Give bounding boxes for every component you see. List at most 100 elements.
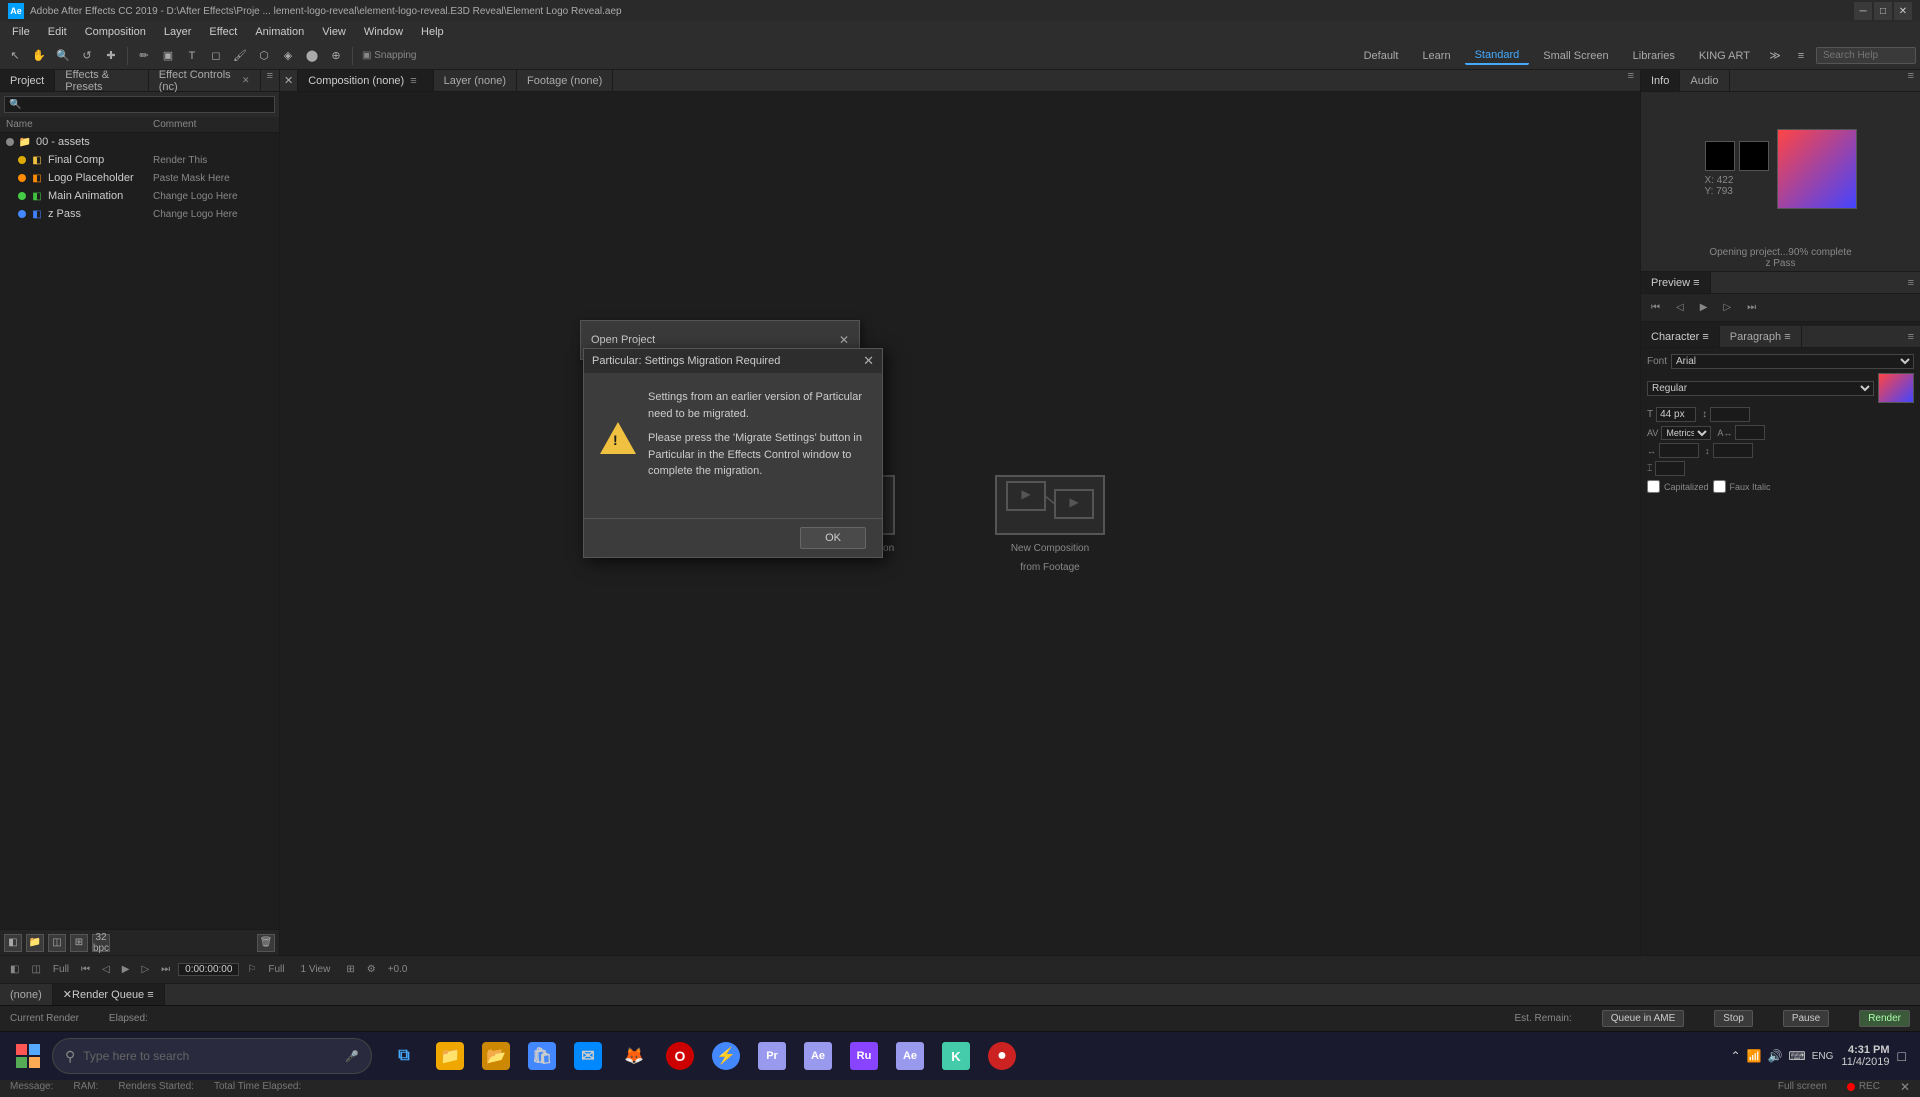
chevron-up-icon[interactable]: ⌃: [1730, 1049, 1740, 1063]
vert-scale-input[interactable]: 100 %: [1713, 443, 1753, 458]
kerning-select[interactable]: Metrics ▼: [1661, 426, 1711, 440]
tl-deselect-all[interactable]: ◫: [27, 962, 44, 977]
menu-edit[interactable]: Edit: [40, 24, 75, 40]
taskbar-app-file-explorer[interactable]: 📁: [428, 1034, 472, 1078]
font-size-input[interactable]: [1656, 407, 1696, 422]
minimize-button[interactable]: ─: [1854, 2, 1872, 20]
render-button[interactable]: Render: [1859, 1010, 1910, 1027]
project-item-logo-placeholder[interactable]: ◧ Logo Placeholder Paste Mask Here: [0, 169, 279, 187]
workspace-libraries[interactable]: Libraries: [1623, 48, 1685, 64]
resolution-display[interactable]: Full: [264, 964, 288, 975]
view-count-display[interactable]: 1 View: [293, 964, 339, 975]
tool-select[interactable]: ↖: [4, 45, 26, 67]
start-button[interactable]: [6, 1034, 50, 1078]
tool-hand[interactable]: ✋: [28, 45, 50, 67]
preview-panel-options[interactable]: ≡: [1902, 277, 1920, 289]
menu-effect[interactable]: Effect: [201, 24, 245, 40]
new-composition-from-footage-card[interactable]: ▶ ▶ New Composition from Footage: [995, 475, 1105, 573]
font-family-select[interactable]: Arial: [1671, 354, 1914, 369]
taskbar-app-ae-2[interactable]: Ae: [888, 1034, 932, 1078]
workspace-learn[interactable]: Learn: [1412, 48, 1460, 64]
maximize-button[interactable]: □: [1874, 2, 1892, 20]
taskbar-app-firefox[interactable]: 🦊: [612, 1034, 656, 1078]
horiz-scale-input[interactable]: 100 %: [1659, 443, 1699, 458]
workspace-king-art[interactable]: KING ART: [1689, 48, 1760, 64]
taskbar-app-custom-1[interactable]: K: [934, 1034, 978, 1078]
snapping-toggle[interactable]: ▣ Snapping: [358, 50, 421, 61]
tl-next-frame[interactable]: ▷: [137, 962, 153, 977]
preview-first-frame[interactable]: ⏮: [1647, 300, 1664, 315]
taskbar-app-store[interactable]: 🛍: [520, 1034, 564, 1078]
open-project-close-button[interactable]: ✕: [839, 333, 849, 347]
background-color-swatch[interactable]: [1739, 141, 1769, 171]
stop-button[interactable]: Stop: [1714, 1010, 1753, 1027]
tab-timeline-none[interactable]: (none): [0, 984, 53, 1005]
tab-render-queue[interactable]: ✕ Render Queue ≡: [53, 984, 165, 1005]
tl-first-frame[interactable]: ⏮: [77, 962, 94, 977]
project-delete[interactable]: 🗑: [257, 934, 275, 952]
tool-roto[interactable]: ⬤: [301, 45, 323, 67]
tool-zoom[interactable]: 🔍: [52, 45, 74, 67]
preview-last-frame[interactable]: ⏭: [1743, 300, 1760, 315]
tab-character[interactable]: Character ≡: [1641, 326, 1720, 347]
tab-info[interactable]: Info: [1641, 70, 1680, 91]
taskbar-app-premiere[interactable]: Pr: [750, 1034, 794, 1078]
tracking-input[interactable]: 0 m: [1735, 425, 1765, 440]
migration-dialog-close-button[interactable]: ✕: [863, 353, 874, 369]
preview-next-frame[interactable]: ▷: [1719, 300, 1735, 315]
tl-select-all[interactable]: ◧: [6, 962, 23, 977]
timecode-display[interactable]: 0:00:00:00: [178, 963, 239, 976]
workspace-overflow[interactable]: ≫: [1764, 45, 1786, 67]
notification-icon[interactable]: □: [1898, 1048, 1906, 1064]
close-status-btn[interactable]: ✕: [1900, 1080, 1910, 1094]
queue-in-ami-button[interactable]: Queue in AME: [1602, 1010, 1684, 1027]
keyboard-icon[interactable]: ⌨: [1788, 1049, 1805, 1063]
project-item-main-animation[interactable]: ◧ Main Animation Change Logo Here: [0, 187, 279, 205]
volume-icon[interactable]: 🔊: [1767, 1049, 1782, 1063]
language-label[interactable]: ENG: [1812, 1051, 1834, 1062]
taskbar-app-mail[interactable]: ✉: [566, 1034, 610, 1078]
taskbar-app-custom-2[interactable]: ●: [980, 1034, 1024, 1078]
microphone-icon[interactable]: 🎤: [345, 1050, 359, 1063]
tool-anchor[interactable]: ✚: [100, 45, 122, 67]
menu-layer[interactable]: Layer: [156, 24, 200, 40]
workspace-small-screen[interactable]: Small Screen: [1533, 48, 1618, 64]
tool-paint[interactable]: 🖌: [229, 45, 251, 67]
center-panel-options[interactable]: ≡: [1622, 70, 1640, 91]
tab-effect-controls[interactable]: Effect Controls (nc) ✕: [149, 70, 261, 91]
migration-ok-button[interactable]: OK: [800, 527, 866, 549]
menu-view[interactable]: View: [314, 24, 354, 40]
view-options[interactable]: ⚙: [363, 964, 380, 975]
project-item-final-comp[interactable]: ◧ Final Comp Render This: [0, 151, 279, 169]
workspace-standard[interactable]: Standard: [1465, 47, 1530, 65]
tl-play[interactable]: ▶: [118, 962, 134, 977]
capitalized-checkbox[interactable]: [1647, 480, 1660, 493]
tab-composition[interactable]: Composition (none) ≡: [298, 70, 433, 91]
close-button[interactable]: ✕: [1894, 2, 1912, 20]
project-interpret-footage[interactable]: ◧: [4, 934, 22, 952]
clock-display[interactable]: 4:31 PM 11/4/2019: [1841, 1044, 1889, 1068]
tool-puppet[interactable]: ⊕: [325, 45, 347, 67]
tool-pen[interactable]: ✏: [133, 45, 155, 67]
project-new-folder[interactable]: 📁: [26, 934, 44, 952]
menu-composition[interactable]: Composition: [77, 24, 154, 40]
tool-clone[interactable]: ⬡: [253, 45, 275, 67]
tool-shape[interactable]: ◻: [205, 45, 227, 67]
left-panel-options[interactable]: ≡: [261, 70, 279, 91]
project-search-input[interactable]: [4, 96, 275, 113]
faux-italic-checkbox[interactable]: [1713, 480, 1726, 493]
menu-animation[interactable]: Animation: [247, 24, 312, 40]
right-panel-top-options[interactable]: ≡: [1902, 70, 1920, 91]
tab-project[interactable]: Project: [0, 70, 55, 91]
project-new-comp[interactable]: ◫: [48, 934, 66, 952]
tab-paragraph[interactable]: Paragraph ≡: [1720, 326, 1802, 347]
project-item-z-pass[interactable]: ◧ z Pass Change Logo Here: [0, 205, 279, 223]
menu-help[interactable]: Help: [413, 24, 452, 40]
foreground-color-swatch[interactable]: [1705, 141, 1735, 171]
tl-prev-frame[interactable]: ◁: [98, 962, 114, 977]
pause-button[interactable]: Pause: [1783, 1010, 1829, 1027]
tab-layer[interactable]: Layer (none): [434, 70, 517, 91]
tab-effects-presets[interactable]: Effects & Presets: [55, 70, 148, 91]
tool-rotate[interactable]: ↺: [76, 45, 98, 67]
taskbar-search-box[interactable]: ⚲ Type here to search 🎤: [52, 1038, 372, 1074]
